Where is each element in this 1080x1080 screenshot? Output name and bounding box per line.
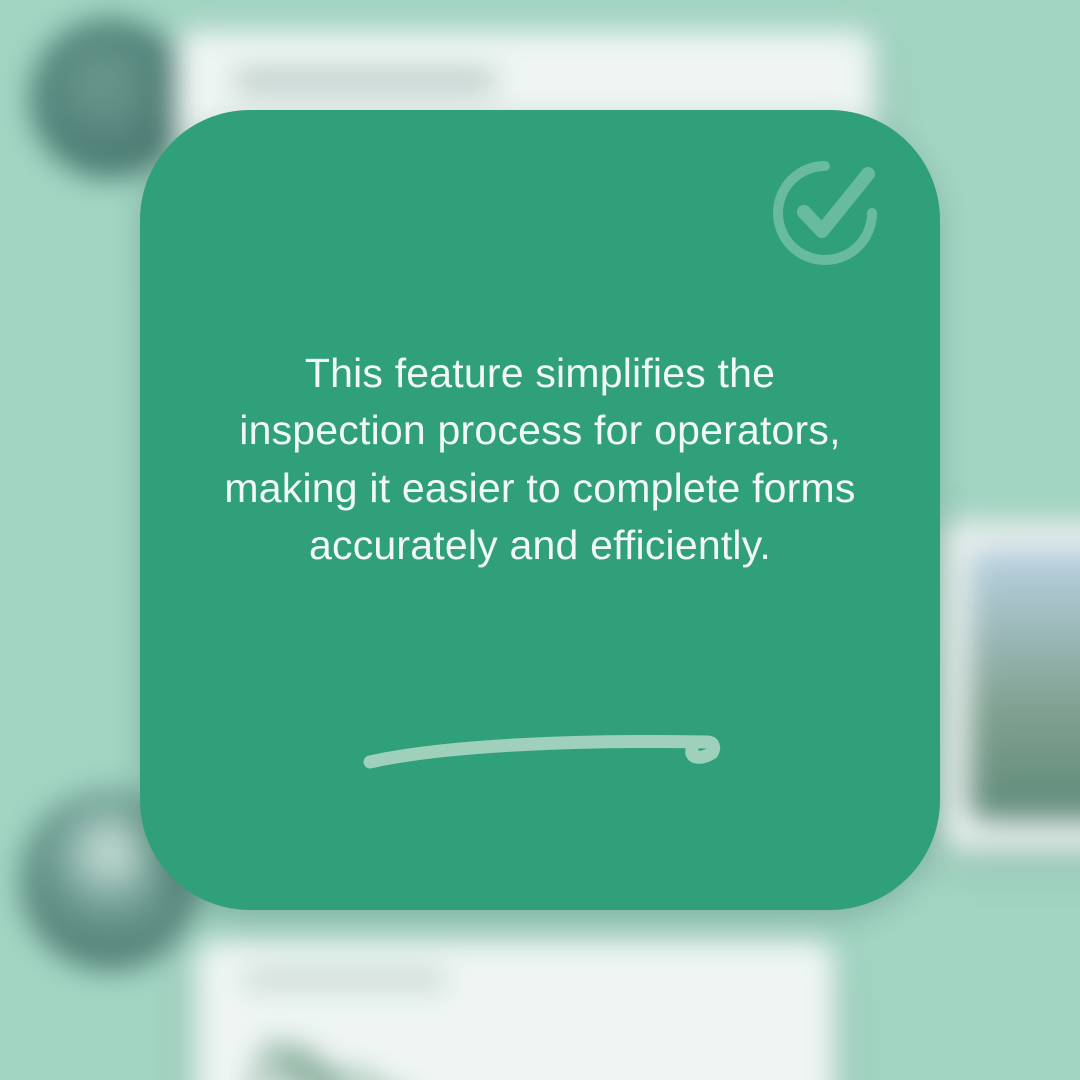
- feature-card: This feature simplifies the inspection p…: [140, 110, 940, 910]
- checkmark-circle-icon: [770, 158, 880, 268]
- background-card-right: [940, 520, 1080, 850]
- feature-description: This feature simplifies the inspection p…: [212, 345, 868, 575]
- background-card-bottom: [195, 940, 835, 1080]
- hand-drawn-divider: [140, 720, 940, 780]
- background-signature: [235, 1000, 455, 1080]
